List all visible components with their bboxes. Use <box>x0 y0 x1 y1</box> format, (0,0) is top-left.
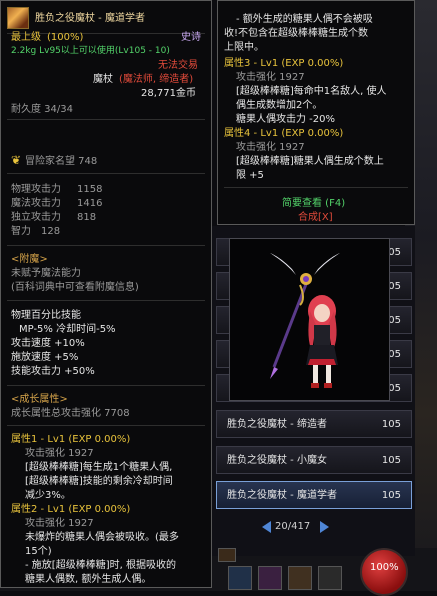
divider <box>224 187 408 188</box>
list-item-stave-scholar[interactable]: 胜负之役魔杖 - 魔道学者 105 <box>216 481 412 509</box>
pct-skill-line: MP-5% 冷却时间-5% <box>19 324 116 335</box>
stat-label: 物理攻击力 <box>11 184 61 195</box>
desc-line: 上限中。 <box>224 42 264 53</box>
attr3-title: 属性3 - Lv1 (EXP 0.00%) <box>224 58 344 69</box>
trade-status: 无法交易 <box>158 60 198 71</box>
fame-icon: ❦ <box>11 153 22 167</box>
stat-value: 1158 <box>77 184 103 195</box>
attr2-line: 糖果人偶数, 额外生成人偶。 <box>25 574 152 585</box>
list-item-name: 胜负之役魔杖 - 魔道学者 <box>227 490 337 501</box>
character-figure-image <box>270 253 340 388</box>
enchant-line: (百科词典中可查看附魔信息) <box>11 282 139 293</box>
attr2-line: 攻击强化 1927 <box>25 518 94 529</box>
divider <box>7 245 205 246</box>
list-item-level: 105 <box>381 455 401 466</box>
item-title: 胜负之役魔杖 - 魔道学者 <box>35 13 145 24</box>
attr1-line: [超级棒棒糖]每生成1个糖果人偶, <box>25 462 173 473</box>
pager-prev-arrow-icon[interactable] <box>262 521 271 533</box>
attr2-line: 15个) <box>25 546 52 557</box>
list-item-name: 胜负之役魔杖 - 缔造者 <box>227 419 327 430</box>
attr4-line: [超级棒棒糖]糖果人偶生成个数上 <box>236 156 384 167</box>
list-item-stave-creator[interactable]: 胜负之役魔杖 - 缔造者 105 <box>216 410 412 438</box>
list-item-level: 105 <box>381 490 401 501</box>
skill-slot-icon[interactable] <box>258 566 282 590</box>
growth-total: 成长属性总攻击强化 7708 <box>11 408 130 419</box>
synthesize-link[interactable]: 合成[X] <box>298 211 333 224</box>
list-item-stave-witch[interactable]: 胜负之役魔杖 - 小魔女 105 <box>216 446 412 474</box>
attr1-line: [超级棒棒糖]技能的剩余冷却时间 <box>25 476 173 487</box>
skill-slot-icon[interactable] <box>318 566 342 590</box>
attr1-title: 属性1 - Lv1 (EXP 0.00%) <box>11 434 131 445</box>
stat-label: 独立攻击力 <box>11 212 61 223</box>
enchant-line: 未赋予魔法能力 <box>11 268 81 279</box>
growth-header: <成长属性> <box>11 394 68 405</box>
attr1-line: 减少3%。 <box>25 490 71 501</box>
item-grade: 最上级 <box>11 32 41 43</box>
hud-slot-icon[interactable] <box>218 548 236 562</box>
item-rarity: 史诗 <box>181 32 201 43</box>
hp-percent: 100% <box>370 562 399 573</box>
attr3-line: 糖果人偶攻击力 -20% <box>236 114 336 125</box>
stat-label: 智力 <box>11 226 31 237</box>
adventurer-fame: 冒险家名望 748 <box>25 156 98 167</box>
attr3-line: [超级棒棒糖]每命中1名敌人, 使人 <box>236 86 387 97</box>
attr2-line: - 施放[超级棒棒糖]时, 根据吸收的 <box>25 560 176 571</box>
stat-label: 魔法攻击力 <box>11 198 61 209</box>
item-class: 魔杖 <box>93 74 113 85</box>
enchant-header: <附魔> <box>11 254 48 265</box>
stat-value: 818 <box>77 212 97 223</box>
item-tooltip-continued: - 额外生成的糖果人偶不会被吸 收!不包含在超级棒棒糖生成个数 上限中。 属性3… <box>217 0 415 225</box>
attr3-line: 攻击强化 1927 <box>236 72 305 83</box>
attr4-line: 攻击强化 1927 <box>236 142 305 153</box>
attr2-title: 属性2 - Lv1 (EXP 0.00%) <box>11 504 131 515</box>
attr2-line: 未爆炸的糖果人偶会被吸收。(最多 <box>25 532 179 543</box>
desc-line: 收!不包含在超级棒棒糖生成个数 <box>224 28 369 39</box>
divider <box>7 119 205 120</box>
attr1-line: 攻击强化 1927 <box>25 448 94 459</box>
pct-skill-line: 技能攻击力 +50% <box>11 366 95 377</box>
pct-skill-line: 施放速度 +5% <box>11 352 79 363</box>
divider <box>7 173 205 174</box>
stat-value: 128 <box>41 226 61 237</box>
skill-slot-icon[interactable] <box>288 566 312 590</box>
skill-slot-icon[interactable] <box>228 566 252 590</box>
divider <box>7 385 205 386</box>
pager-count: 20/417 <box>275 521 311 532</box>
item-weight-level: 2.2kg Lv95以上可以使用(Lv105 - 10) <box>11 46 170 56</box>
pager-next-arrow-icon[interactable] <box>320 521 329 533</box>
attr4-title: 属性4 - Lv1 (EXP 0.00%) <box>224 128 344 139</box>
divider <box>7 425 205 426</box>
desc-line: - 额外生成的糖果人偶不会被吸 <box>236 14 373 25</box>
list-item-level: 105 <box>381 419 401 430</box>
brief-view-link[interactable]: 简要查看 (F4) <box>282 197 345 210</box>
attr4-line: 限 +5 <box>236 170 264 181</box>
divider <box>7 300 205 301</box>
pct-skill-header: 物理百分比技能 <box>11 310 81 321</box>
item-durability: 耐久度 34/34 <box>11 104 73 115</box>
item-tooltip: 胜负之役魔杖 - 魔道学者 最上级 (100%) 史诗 2.2kg Lv95以上… <box>0 0 212 588</box>
staff-item-icon <box>7 7 29 29</box>
pct-skill-line: 攻击速度 +10% <box>11 338 85 349</box>
item-class-jobs: (魔法师, 缔造者) <box>119 74 194 85</box>
character-preview <box>229 238 390 401</box>
item-price: 28,771金币 <box>141 88 196 99</box>
attr3-line: 偶生成数增加2个。 <box>236 100 323 111</box>
list-item-name: 胜负之役魔杖 - 小魔女 <box>227 455 327 466</box>
stat-value: 1416 <box>77 198 103 209</box>
item-grade-pct: (100%) <box>47 32 84 43</box>
